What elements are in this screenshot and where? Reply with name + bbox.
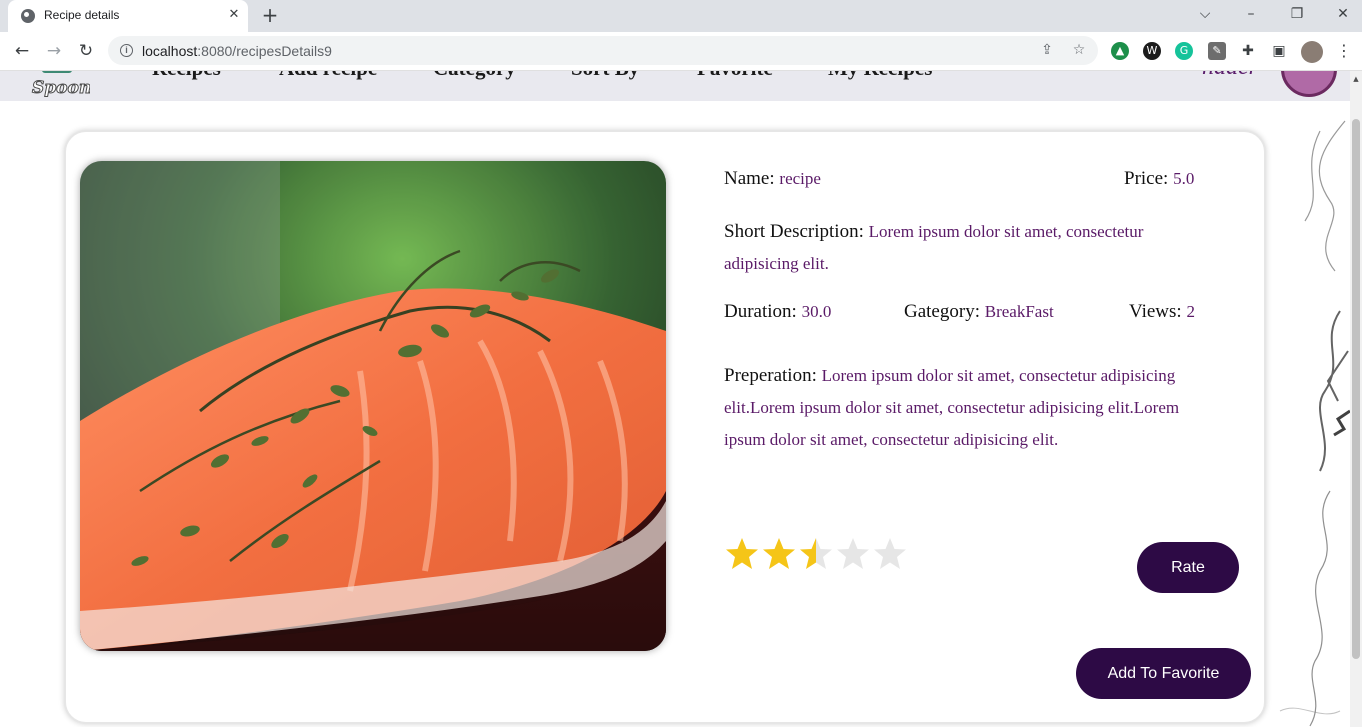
category-field: Gategory: BreakFast	[904, 301, 1054, 322]
recipe-name-field: Name: recipe	[724, 168, 821, 189]
forward-arrow-icon[interactable]: →	[42, 40, 66, 62]
bookmark-star-icon[interactable]: ☆	[1070, 41, 1088, 59]
tab-title: Recipe details	[44, 8, 120, 22]
vertical-scrollbar-track[interactable]: ▲	[1350, 71, 1362, 727]
close-tab-icon[interactable]: ✕	[225, 5, 243, 25]
recipe-price-field: Price: 5.0	[1124, 168, 1195, 189]
star-icon[interactable]	[725, 537, 759, 571]
star-icon[interactable]	[836, 537, 870, 571]
nav-favorite[interactable]: Favorite	[697, 71, 773, 81]
duration-field: Duration: 30.0	[724, 301, 832, 322]
recipe-card: Name: recipe Price: 5.0 Short Descriptio…	[64, 130, 1266, 724]
user-name[interactable]: nader	[1202, 71, 1258, 81]
close-window-button[interactable]: ✕	[1320, 0, 1362, 30]
rate-button[interactable]: Rate	[1137, 542, 1239, 593]
page-viewport: Spoon Recipes Add recipe Category Sort B…	[0, 71, 1350, 727]
side-panel-icon[interactable]: ▣	[1270, 42, 1288, 60]
extensions-icon[interactable]: ✚	[1239, 42, 1257, 60]
profile-avatar[interactable]	[1301, 41, 1323, 63]
svg-text:Spoon: Spoon	[32, 78, 90, 98]
duration-value: 30.0	[801, 302, 832, 321]
nav-recipes[interactable]: Recipes	[152, 71, 221, 81]
share-icon[interactable]: ⇪	[1038, 41, 1056, 59]
nav-sort-by[interactable]: Sort By	[571, 71, 639, 81]
back-arrow-icon[interactable]: ←	[10, 40, 34, 62]
nav-add-recipe[interactable]: Add recipe	[279, 71, 377, 81]
minimize-button[interactable]: –	[1228, 0, 1274, 30]
short-description-field: Short Description: Lorem ipsum dolor sit…	[724, 221, 1144, 273]
star-icon[interactable]	[799, 537, 833, 571]
category-value: BreakFast	[984, 302, 1054, 321]
browser-toolbar: ← → ↻ i localhost:8080/recipesDetails9 ⇪…	[0, 32, 1362, 71]
scroll-up-arrow-icon[interactable]: ▲	[1351, 75, 1361, 85]
android-extension-icon[interactable]: ▲	[1111, 42, 1129, 60]
recipe-price-value: 5.0	[1173, 169, 1195, 188]
tab-search-icon[interactable]: ⌵	[1182, 0, 1228, 30]
globe-icon	[21, 9, 35, 23]
star-icon[interactable]	[762, 537, 796, 571]
browser-tab-bar: Recipe details ✕ + ⌵ – ❐ ✕	[0, 0, 1362, 32]
grammarly-extension-icon[interactable]: G	[1175, 42, 1193, 60]
nav-my-recipes[interactable]: My Recipes	[828, 71, 932, 81]
recipe-photo	[80, 161, 666, 651]
url-text[interactable]: localhost:8080/recipesDetails9	[142, 43, 332, 59]
site-logo[interactable]: Spoon	[28, 71, 90, 99]
wordpress-extension-icon[interactable]: W	[1143, 42, 1161, 60]
add-to-favorite-button[interactable]: Add To Favorite	[1076, 648, 1251, 699]
scrollbar-thumb[interactable]	[1352, 119, 1360, 659]
views-value: 2	[1186, 302, 1195, 321]
views-field: Views: 2	[1129, 301, 1195, 322]
recipe-name-value: recipe	[779, 169, 821, 188]
nav-category[interactable]: Category	[433, 71, 516, 81]
reload-icon[interactable]: ↻	[74, 40, 98, 62]
star-icon[interactable]	[873, 537, 907, 571]
site-navbar: Spoon Recipes Add recipe Category Sort B…	[0, 71, 1350, 101]
info-icon[interactable]: i	[120, 44, 133, 57]
address-bar[interactable]: i localhost:8080/recipesDetails9 ⇪ ☆	[108, 36, 1098, 65]
restore-button[interactable]: ❐	[1274, 0, 1320, 30]
new-tab-button[interactable]: +	[259, 4, 281, 26]
eyedropper-extension-icon[interactable]: ✎	[1208, 42, 1226, 60]
more-menu-icon[interactable]: ⋮	[1336, 40, 1352, 62]
preparation-field: Preperation: Lorem ipsum dolor sit amet,…	[724, 365, 1180, 449]
user-avatar[interactable]	[1281, 71, 1337, 97]
browser-tab[interactable]: Recipe details ✕	[8, 0, 248, 32]
